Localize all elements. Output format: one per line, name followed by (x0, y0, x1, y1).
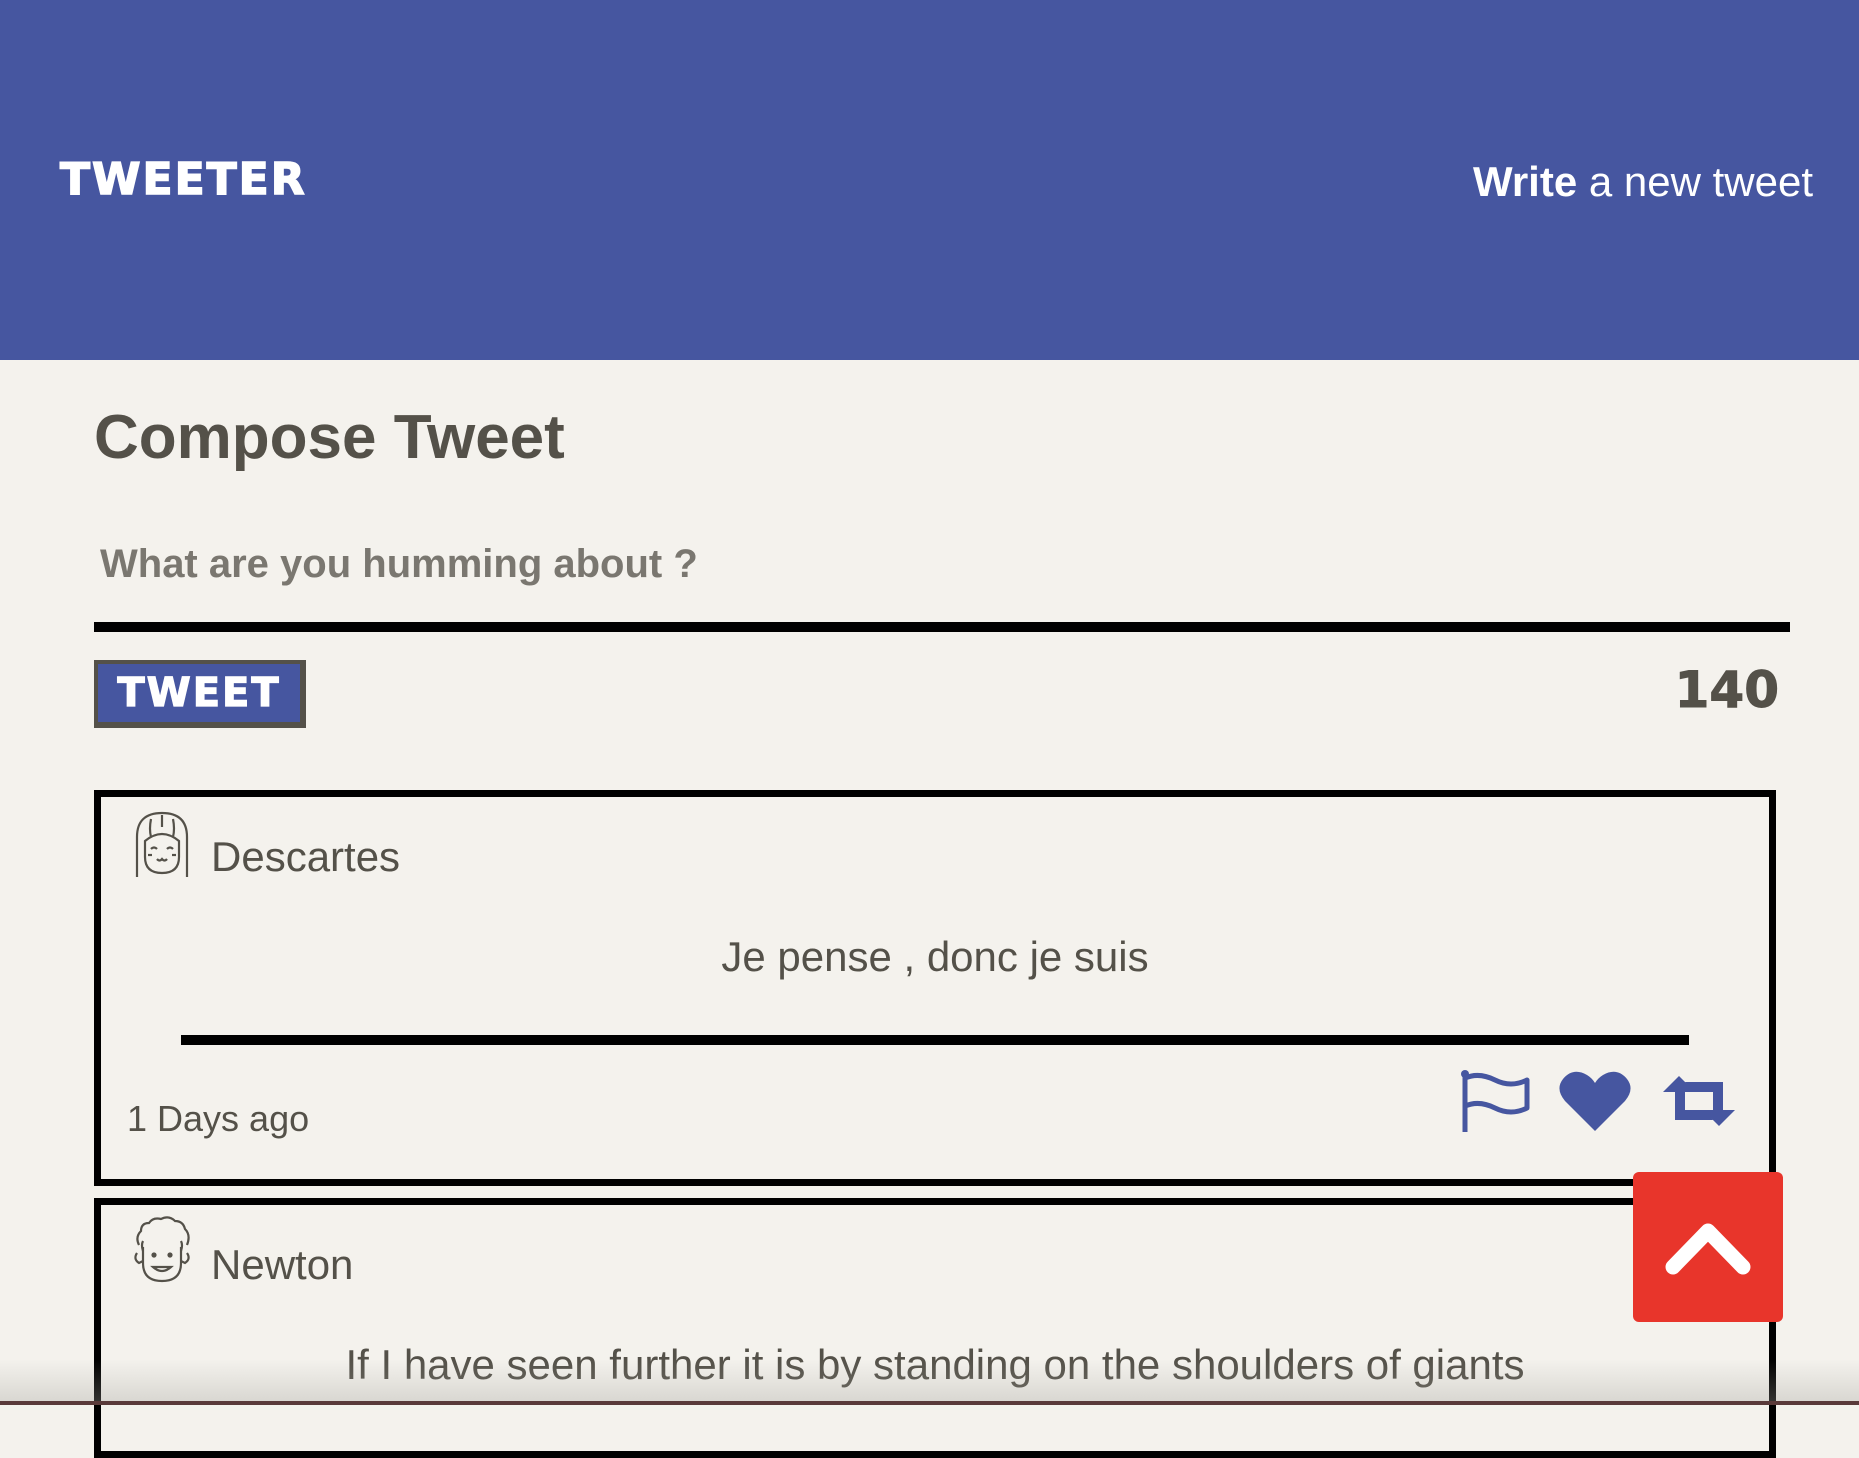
tweet-text-input[interactable] (94, 520, 1790, 632)
write-new-tweet-link[interactable]: Write a new tweet (1473, 154, 1813, 210)
scroll-to-top-button[interactable] (1633, 1172, 1783, 1322)
compose-title: Compose Tweet (94, 403, 565, 472)
bottom-edge (0, 1401, 1859, 1405)
write-new-tweet-bold: Write (1472, 158, 1578, 205)
tweet-author: Newton (211, 1241, 354, 1288)
tweet-content: Je pense , donc je suis (721, 933, 1149, 980)
character-counter: 140 (1674, 661, 1779, 720)
tweet-divider (181, 1035, 1689, 1045)
navbar: TWEETER Write a new tweet (0, 0, 1859, 360)
tweet-submit-button[interactable]: TWEET (94, 660, 306, 728)
chevron-up-icon (1665, 1223, 1751, 1275)
retweet-icon[interactable] (1659, 1074, 1739, 1128)
tweet-card: Descartes Je pense , donc je suis 1 Days… (94, 790, 1776, 1186)
tweet-card: Newton If I have seen further it is by s… (94, 1198, 1776, 1458)
write-new-tweet-rest: a new tweet (1577, 158, 1813, 205)
tweet-actions (1459, 1065, 1739, 1137)
tweet-author: Descartes (211, 833, 401, 880)
tweet-content: If I have seen further it is by standing… (345, 1341, 1525, 1388)
curly-hair-avatar-icon (134, 1216, 190, 1283)
girl-avatar-icon (135, 811, 189, 877)
tweet-timestamp: 1 Days ago (127, 1098, 310, 1139)
heart-icon[interactable] (1557, 1069, 1633, 1133)
flag-icon[interactable] (1459, 1068, 1531, 1134)
brand-logo[interactable]: TWEETER (59, 150, 307, 210)
